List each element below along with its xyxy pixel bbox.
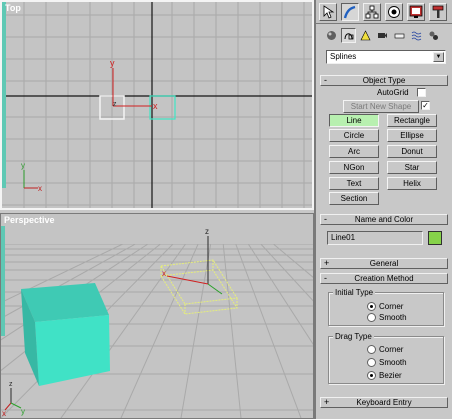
- svg-text:y: y: [21, 407, 25, 416]
- gizmo-z-label: z: [113, 101, 117, 108]
- rollout-keyboard-entry[interactable]: + Keyboard Entry: [320, 397, 448, 408]
- category-shapes[interactable]: [341, 28, 356, 43]
- perspective-grid: z x z x y: [1, 214, 313, 418]
- shapes-icon: [344, 33, 354, 40]
- rollout-object-type-title: Object Type: [360, 76, 408, 85]
- drag-type-corner-label: Corner: [379, 345, 404, 354]
- drag-type-title: Drag Type: [333, 332, 374, 341]
- helpers-tape-icon: [394, 33, 405, 39]
- rollout-name-and-color-title: Name and Color: [352, 215, 416, 224]
- max-application: Top y x z y x Perspective z x z x y Spli…: [0, 0, 452, 419]
- ngon-button[interactable]: NGon: [329, 161, 379, 174]
- initial-type-corner-label: Corner: [379, 302, 404, 311]
- rollout-general[interactable]: + General: [320, 258, 448, 269]
- line-button[interactable]: Line: [329, 114, 379, 127]
- svg-text:x: x: [162, 269, 166, 278]
- viewport-perspective[interactable]: Perspective z x z x y: [0, 213, 314, 419]
- gizmo-y-label: y: [110, 58, 115, 68]
- circle-button[interactable]: Circle: [329, 129, 379, 142]
- autogrid-label: AutoGrid: [377, 88, 409, 97]
- text-button[interactable]: Text: [329, 177, 379, 190]
- drag-type-smooth-label: Smooth: [379, 358, 407, 367]
- cameras-icon: [378, 33, 387, 38]
- rollout-keyboard-entry-title: Keyboard Entry: [354, 398, 414, 407]
- modify-bend-icon: [343, 5, 356, 19]
- star-button[interactable]: Star: [387, 161, 437, 174]
- svg-text:z: z: [9, 381, 13, 388]
- systems-gears-icon: [429, 31, 438, 40]
- hierarchy-icon: [365, 5, 379, 19]
- category-cameras[interactable]: [375, 28, 390, 43]
- viewport-label-perspective[interactable]: Perspective: [4, 215, 55, 225]
- rollout-creation-method-title: Creation Method: [352, 274, 416, 283]
- axis-tripod-perspective: z x y: [2, 381, 25, 418]
- category-geometry[interactable]: [324, 28, 339, 43]
- object-name-field[interactable]: Line01: [327, 231, 423, 245]
- svg-text:z: z: [205, 227, 209, 236]
- utilities-hammer-icon: [432, 5, 444, 18]
- rollout-object-type[interactable]: - Object Type: [320, 75, 448, 86]
- initial-type-smooth-label: Smooth: [379, 313, 407, 322]
- display-monitor-icon: [409, 5, 423, 18]
- tab-create[interactable]: [319, 3, 337, 21]
- svg-text:x: x: [2, 409, 6, 418]
- start-new-shape-button[interactable]: Start New Shape: [343, 100, 419, 113]
- drag-type-smooth-radio[interactable]: [367, 358, 376, 367]
- donut-button[interactable]: Donut: [387, 145, 437, 158]
- initial-type-corner-radio[interactable]: [367, 302, 376, 311]
- svg-text:y: y: [21, 161, 25, 170]
- space-warps-icon: [411, 31, 422, 41]
- category-helpers[interactable]: [392, 28, 407, 43]
- box-object-perspective: [21, 283, 110, 386]
- category-lights[interactable]: [358, 28, 373, 43]
- lights-icon: [360, 30, 371, 41]
- top-grid: y x z y x: [2, 2, 312, 208]
- geometry-sphere-icon: [327, 31, 336, 40]
- command-panel: Splines ▼ - Object Type AutoGrid Start N…: [314, 0, 452, 419]
- initial-type-smooth-radio[interactable]: [367, 313, 376, 322]
- start-new-shape-checkbox[interactable]: ✓: [421, 101, 430, 110]
- create-cursor-icon: [323, 5, 335, 19]
- section-button[interactable]: Section: [329, 192, 379, 205]
- autogrid-checkbox[interactable]: [417, 88, 426, 97]
- dropdown-arrow-icon[interactable]: ▼: [433, 52, 444, 62]
- object-edge-strip: [2, 2, 6, 188]
- object-color-swatch[interactable]: [428, 231, 442, 245]
- tab-motion[interactable]: [385, 3, 403, 21]
- rollout-general-title: General: [367, 259, 401, 268]
- category-space-warps[interactable]: [409, 28, 424, 43]
- initial-type-title: Initial Type: [333, 288, 376, 297]
- viewport-label-top[interactable]: Top: [5, 3, 21, 13]
- arc-button[interactable]: Arc: [329, 145, 379, 158]
- motion-icon: [388, 6, 400, 18]
- viewport-top[interactable]: Top y x z y x: [0, 0, 314, 210]
- rollout-creation-method[interactable]: - Creation Method: [320, 273, 448, 284]
- category-systems[interactable]: [426, 28, 441, 43]
- command-panel-tabs: [316, 0, 452, 24]
- ellipse-button[interactable]: Ellipse: [387, 129, 437, 142]
- gizmo-x-label: x: [153, 101, 158, 111]
- drag-type-bezier-label: Bezier: [379, 371, 402, 380]
- tab-modify[interactable]: [341, 3, 359, 21]
- rollout-name-and-color[interactable]: - Name and Color: [320, 214, 448, 225]
- tab-display[interactable]: [407, 3, 425, 21]
- axis-tripod-top: y x: [21, 161, 42, 193]
- object-edge-strip-perspective: [1, 226, 5, 336]
- category-dropdown-value: Splines: [330, 52, 357, 61]
- tab-hierarchy[interactable]: [363, 3, 381, 21]
- drag-type-corner-radio[interactable]: [367, 345, 376, 354]
- helix-button[interactable]: Helix: [387, 177, 437, 190]
- rectangle-button[interactable]: Rectangle: [387, 114, 437, 127]
- svg-text:x: x: [38, 184, 42, 193]
- tab-utilities[interactable]: [429, 3, 447, 21]
- drag-type-bezier-radio[interactable]: [367, 371, 376, 380]
- category-dropdown[interactable]: Splines ▼: [326, 50, 446, 64]
- create-category-bar: [316, 26, 452, 46]
